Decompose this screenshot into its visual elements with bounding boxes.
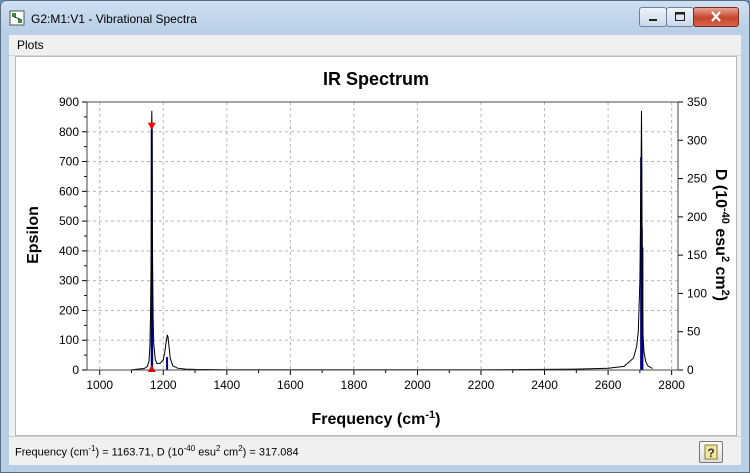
y2-tick-label: 300 <box>687 133 707 147</box>
y2-tick-label: 0 <box>687 363 694 377</box>
maximize-icon <box>675 12 685 21</box>
close-button[interactable] <box>693 7 739 27</box>
y-axis-label: Epsilon <box>25 206 42 264</box>
x-tick-label: 2200 <box>468 378 495 392</box>
y2-tick-label: 350 <box>687 95 707 109</box>
maximize-button[interactable] <box>666 7 694 27</box>
plot-panel[interactable]: IR Spectrum 0 100 200 300 400 500 600 700 800 900… <box>15 56 737 436</box>
x-tick-label: 1800 <box>341 378 368 392</box>
plot-frame <box>86 101 679 371</box>
y-tick-label: 700 <box>59 155 79 169</box>
spectra-app-icon <box>9 10 25 26</box>
y2-tick-label: 250 <box>687 172 707 186</box>
help-icon: ? <box>704 444 718 460</box>
ir-spectrum-curve <box>131 110 653 371</box>
window-title: G2:M1:V1 - Vibrational Spectra <box>31 12 197 26</box>
y2-tick-label: 50 <box>687 325 701 339</box>
x-axis-label: Frequency (cm-1) <box>312 409 441 428</box>
y-tick-label: 900 <box>59 95 79 109</box>
status-bar: Frequency (cm-1) = 1163.71, D (10-40 esu… <box>9 436 741 465</box>
x-tick-label: 1600 <box>277 378 304 392</box>
svg-text:?: ? <box>707 446 714 460</box>
x-tick-label: 1400 <box>213 378 240 392</box>
y-tick-label: 800 <box>59 125 79 139</box>
minimize-button[interactable] <box>639 7 667 27</box>
x-tick-label: 2000 <box>404 378 431 392</box>
y2-tick-label: 150 <box>687 248 707 262</box>
y-tick-label: 500 <box>59 214 79 228</box>
y-tick-label: 0 <box>72 363 79 377</box>
y-tick-label: 400 <box>59 244 79 258</box>
y-tick-label: 100 <box>59 333 79 347</box>
x-tick-label: 2800 <box>658 378 685 392</box>
y-tick-label: 600 <box>59 184 79 198</box>
y-axis-ticks: 0 100 200 300 400 500 600 700 800 900 <box>59 95 87 377</box>
x-axis-ticks: 1000 1200 1400 1600 1800 2000 2200 2400 2600 2800 <box>86 370 685 392</box>
marker-top-triangle <box>147 122 156 130</box>
x-tick-label: 2400 <box>531 378 558 392</box>
ir-spectrum-chart[interactable]: IR Spectrum 0100200300400500600700800900… <box>16 57 736 435</box>
minimize-icon <box>649 19 657 21</box>
close-icon <box>711 11 721 22</box>
marker-bottom-triangle <box>147 365 156 372</box>
menu-plots[interactable]: Plots <box>17 38 44 52</box>
x-tick-label: 1200 <box>150 378 177 392</box>
menu-bar: Plots <box>9 35 741 56</box>
y-tick-label: 200 <box>59 303 79 317</box>
intensity-sticks <box>150 127 644 370</box>
y2-tick-label: 200 <box>687 210 707 224</box>
x-tick-label: 2600 <box>595 378 622 392</box>
chart-title: IR Spectrum <box>323 69 429 89</box>
status-readout: Frequency (cm-1) = 1163.71, D (10-40 esu… <box>15 444 299 459</box>
help-button[interactable]: ? <box>699 441 723 463</box>
y2-axis-ticks: 0 50 100 150 200 250 300 350 <box>678 95 707 377</box>
client-area: IR Spectrum 0 100 200 300 400 500 600 700 800 900… <box>9 56 741 436</box>
y2-tick-label: 100 <box>687 286 707 300</box>
x-tick-label: 1000 <box>86 378 113 392</box>
title-bar[interactable]: G2:M1:V1 - Vibrational Spectra <box>1 1 749 35</box>
grid-lines <box>87 101 678 371</box>
y-tick-label: 300 <box>59 274 79 288</box>
window: G2:M1:V1 - Vibrational Spectra Plots IR … <box>0 0 750 473</box>
y2-axis-label: D (10-40 esu2 cm2) <box>712 169 731 301</box>
